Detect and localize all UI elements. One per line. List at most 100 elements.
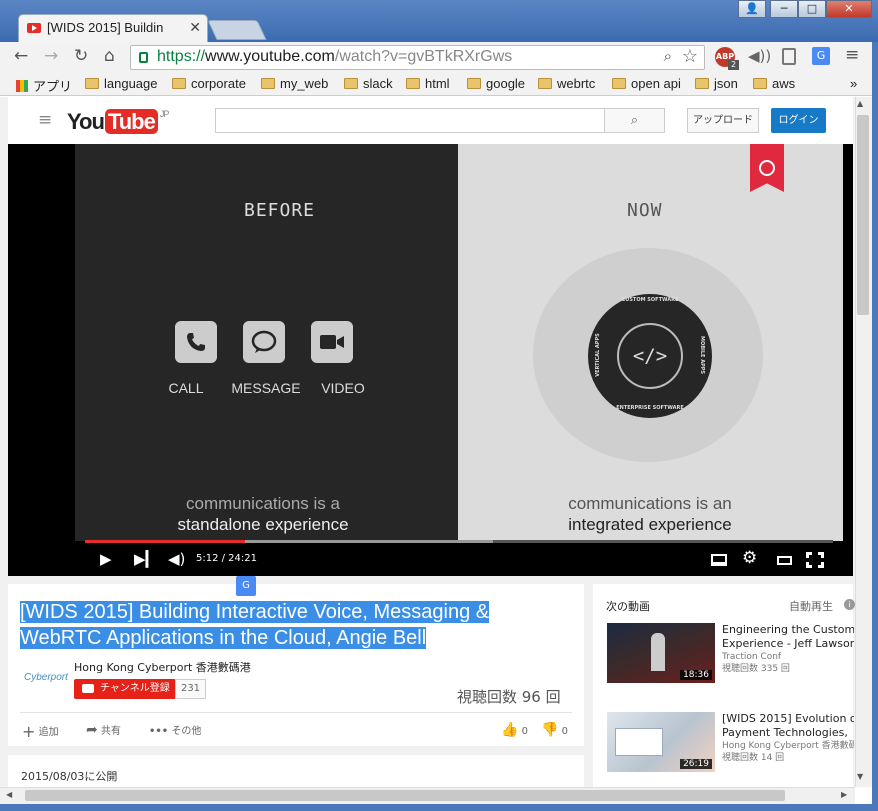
horizontal-scroll-thumb[interactable] — [25, 790, 785, 801]
reload-icon[interactable]: ↻ — [74, 46, 88, 66]
translate-icon[interactable]: G — [812, 47, 830, 65]
youtube-logo[interactable]: You Tube JP — [67, 109, 169, 135]
video-duration: 26:19 — [680, 759, 712, 769]
left-caption-line1: communications is a — [185, 494, 340, 513]
share-icon: ➦ — [86, 722, 98, 738]
autoplay-info-icon[interactable]: i — [844, 599, 855, 610]
related-video-item[interactable]: 26:19 [WIDS 2015] Evolution of Payment T… — [606, 712, 854, 774]
bookmark-webrtc[interactable]: webrtc — [538, 76, 595, 91]
slide-before-heading: BEFORE — [244, 200, 316, 221]
docs-extension-icon[interactable] — [782, 48, 796, 65]
slide-now-heading: NOW — [627, 200, 663, 221]
translate-popup-icon[interactable]: G — [236, 576, 256, 596]
left-caption-line2: standalone experience — [177, 515, 349, 534]
url-path: /watch?v=gvBTkRXrGws — [334, 48, 513, 65]
folder-icon — [538, 78, 552, 89]
dislike-button[interactable]: 👎 0 — [541, 722, 568, 738]
bookmark-open-api[interactable]: open api — [612, 76, 681, 91]
channel-avatar[interactable]: Cyberport — [24, 672, 68, 683]
theater-mode-icon[interactable] — [777, 556, 792, 565]
related-video-title-line2: Payment Technologies, — [722, 726, 848, 739]
login-button[interactable]: ログイン — [771, 108, 826, 133]
audio-extension-icon[interactable]: ◀)) — [748, 47, 771, 65]
scroll-down-icon[interactable]: ▼ — [857, 772, 863, 781]
search-button[interactable]: ⌕ — [604, 108, 665, 133]
maximize-button[interactable]: □ — [798, 0, 826, 18]
bookmark-label: open api — [631, 76, 681, 91]
bookmarks-bar: アプリ language corporate my_web slack html… — [0, 72, 878, 96]
bookmark-star-icon[interactable]: ☆ — [682, 46, 698, 67]
dislike-count: 0 — [561, 726, 568, 737]
close-window-button[interactable]: ✕ — [826, 0, 872, 18]
twilio-logo-icon — [759, 160, 775, 176]
more-button[interactable]: ••• その他 — [149, 722, 201, 737]
payment-card — [615, 728, 663, 756]
bookmark-apps[interactable]: アプリ — [16, 76, 72, 95]
address-bar[interactable]: https://www.youtube.com/watch?v=gvBTkRXr… — [130, 45, 705, 70]
bookmark-label: webrtc — [557, 76, 596, 91]
add-to-button[interactable]: + 追加 — [22, 722, 59, 741]
fullscreen-icon[interactable] — [806, 552, 824, 568]
bookmark-corporate[interactable]: corporate — [172, 76, 246, 91]
bookmarks-overflow-button[interactable]: » — [850, 76, 857, 91]
bookmark-slack[interactable]: slack — [344, 76, 393, 91]
upload-button[interactable]: アップロード — [687, 108, 759, 133]
bookmark-label: google — [486, 76, 526, 91]
time-display: 5:12 / 24:21 — [196, 553, 258, 564]
logo-tube: Tube — [104, 109, 158, 134]
channel-name[interactable]: Hong Kong Cyberport 香港數碼港 — [74, 659, 251, 675]
guide-menu-icon[interactable]: ≡ — [38, 110, 52, 130]
share-button[interactable]: ➦ 共有 — [86, 722, 121, 738]
publish-date: 2015/08/03に公開 — [21, 770, 118, 783]
bookmark-label: アプリ — [33, 79, 73, 94]
related-video-author: Hong Kong Cyberport 香港數碼 — [722, 741, 854, 751]
scroll-left-icon[interactable]: ◀ — [6, 790, 12, 799]
captions-icon[interactable] — [711, 554, 727, 566]
bookmark-label: html — [425, 76, 450, 91]
tab-title: [WIDS 2015] Buildin — [47, 20, 164, 35]
next-icon[interactable]: ▶▎ — [134, 550, 157, 568]
phone-icon — [175, 321, 217, 363]
url-scheme: https:// — [157, 48, 206, 65]
ring-label-top: CUSTOM SOFTWARE — [621, 297, 679, 303]
volume-icon[interactable]: ◀) — [168, 550, 185, 568]
add-label: 追加 — [38, 727, 59, 738]
message-icon — [243, 321, 285, 363]
search-icon: ⌕ — [630, 113, 639, 128]
close-tab-icon[interactable]: ✕ — [189, 19, 201, 36]
bookmark-label: aws — [772, 76, 796, 91]
video-title-line1: [WIDS 2015] Building Interactive Voice, … — [20, 601, 490, 623]
new-tab-button[interactable] — [207, 20, 267, 40]
like-button[interactable]: 👍 0 — [501, 722, 528, 738]
menu-icon[interactable]: ≡ — [845, 45, 859, 65]
settings-gear-icon[interactable]: ⚙ — [742, 548, 757, 568]
search-input[interactable] — [215, 108, 605, 133]
folder-icon — [406, 78, 420, 89]
related-video-item[interactable]: 18:36 Engineering the Customer Experienc… — [606, 623, 854, 685]
user-icon[interactable]: 👤 — [738, 0, 766, 18]
folder-icon — [612, 78, 626, 89]
bookmark-my-web[interactable]: my_web — [261, 76, 328, 91]
bookmark-language[interactable]: language — [85, 76, 158, 91]
forward-icon[interactable]: → — [44, 46, 58, 66]
back-icon[interactable]: ← — [14, 46, 28, 66]
scroll-right-icon[interactable]: ▶ — [841, 790, 847, 799]
bookmark-aws[interactable]: aws — [753, 76, 795, 91]
subscribe-button[interactable]: チャンネル登録 — [74, 679, 176, 699]
right-caption-line2: integrated experience — [568, 515, 732, 534]
video-title-line2: WebRTC Applications in the Cloud, Angie … — [20, 627, 427, 649]
bookmark-json[interactable]: json — [695, 76, 738, 91]
minimize-button[interactable]: ─ — [770, 0, 798, 18]
scroll-up-icon[interactable]: ▲ — [857, 99, 863, 108]
browser-tab[interactable]: [WIDS 2015] Buildin ✕ — [18, 14, 208, 42]
window-frame-right — [872, 42, 878, 811]
up-next-label: 次の動画 — [606, 600, 650, 613]
home-icon[interactable]: ⌂ — [104, 46, 115, 66]
play-icon[interactable]: ▶ — [100, 550, 112, 568]
related-video-thumbnail: 18:36 — [607, 623, 715, 683]
thumbs-up-icon: 👍 — [501, 722, 519, 738]
bookmark-google[interactable]: google — [467, 76, 525, 91]
zoom-icon[interactable]: ⌕ — [664, 48, 672, 65]
vertical-scroll-thumb[interactable] — [857, 115, 869, 315]
bookmark-html[interactable]: html — [406, 76, 450, 91]
